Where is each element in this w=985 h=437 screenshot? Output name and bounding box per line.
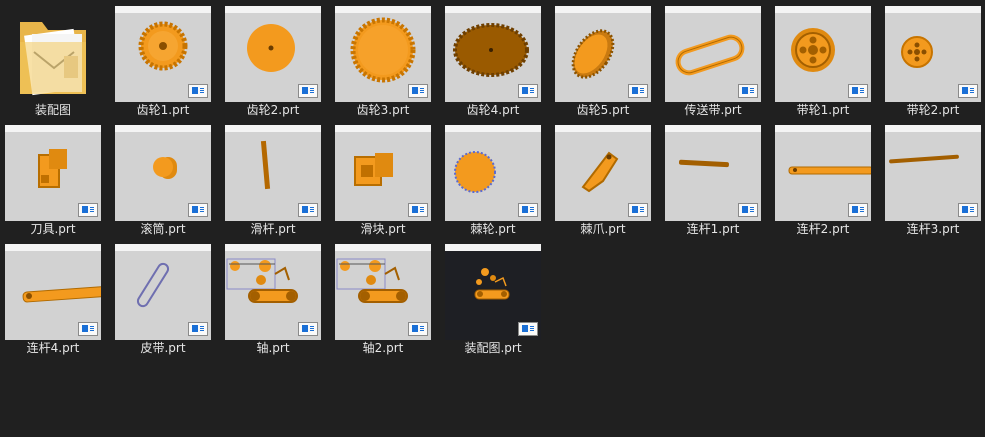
- file-label: 滑杆.prt: [250, 222, 296, 236]
- part-file-icon: [518, 203, 538, 217]
- folder-item[interactable]: 装配图: [0, 0, 110, 118]
- part-file-icon: [738, 84, 758, 98]
- file-item[interactable]: 滑杆.prt: [220, 119, 330, 237]
- part-file-icon: [188, 203, 208, 217]
- file-label: 棘爪.prt: [580, 222, 626, 236]
- part-file-icon: [78, 322, 98, 336]
- file-item[interactable]: 齿轮4.prt: [440, 0, 550, 118]
- thumbnail: [115, 125, 211, 221]
- file-item[interactable]: 轴2.prt: [330, 238, 440, 356]
- thumbnail: [445, 244, 541, 340]
- file-label: 连杆2.prt: [796, 222, 850, 236]
- part-file-icon: [78, 203, 98, 217]
- file-label: 齿轮5.prt: [576, 103, 630, 117]
- thumbnail: [665, 125, 761, 221]
- file-item[interactable]: 棘爪.prt: [550, 119, 660, 237]
- file-item[interactable]: 连杆2.prt: [770, 119, 880, 237]
- thumbnail: [335, 125, 431, 221]
- part-file-icon: [298, 84, 318, 98]
- file-item[interactable]: 齿轮5.prt: [550, 0, 660, 118]
- file-item[interactable]: 连杆1.prt: [660, 119, 770, 237]
- thumbnail: [5, 125, 101, 221]
- thumbnail: [225, 6, 321, 102]
- part-file-icon: [518, 84, 538, 98]
- thumbnail: [335, 6, 431, 102]
- file-label: 带轮2.prt: [906, 103, 960, 117]
- file-label: 刀具.prt: [30, 222, 76, 236]
- thumbnail: [885, 125, 981, 221]
- file-item[interactable]: 带轮2.prt: [880, 0, 985, 118]
- file-label: 连杆1.prt: [686, 222, 740, 236]
- thumbnail: [555, 125, 651, 221]
- part-file-icon: [628, 84, 648, 98]
- part-file-icon: [408, 322, 428, 336]
- file-label: 装配图: [34, 103, 71, 117]
- thumbnail: [665, 6, 761, 102]
- part-file-icon: [408, 203, 428, 217]
- file-item[interactable]: 齿轮3.prt: [330, 0, 440, 118]
- thumbnail: [335, 244, 431, 340]
- file-item[interactable]: 装配图.prt: [440, 238, 550, 356]
- file-item[interactable]: 棘轮.prt: [440, 119, 550, 237]
- file-label: 连杆4.prt: [26, 341, 80, 355]
- part-file-icon: [738, 203, 758, 217]
- part-file-icon: [958, 84, 978, 98]
- file-label: 带轮1.prt: [796, 103, 850, 117]
- thumbnail: [225, 125, 321, 221]
- file-item[interactable]: 传送带.prt: [660, 0, 770, 118]
- file-item[interactable]: 滚筒.prt: [110, 119, 220, 237]
- file-item[interactable]: 连杆4.prt: [0, 238, 110, 356]
- file-label: 传送带.prt: [684, 103, 742, 117]
- part-file-icon: [848, 84, 868, 98]
- part-file-icon: [408, 84, 428, 98]
- file-item[interactable]: 齿轮2.prt: [220, 0, 330, 118]
- file-label: 皮带.prt: [140, 341, 186, 355]
- file-item[interactable]: 滑块.prt: [330, 119, 440, 237]
- part-file-icon: [518, 322, 538, 336]
- thumbnail: [555, 6, 651, 102]
- file-label: 齿轮2.prt: [246, 103, 300, 117]
- thumbnail: [885, 6, 981, 102]
- file-item[interactable]: 连杆3.prt: [880, 119, 985, 237]
- part-file-icon: [298, 322, 318, 336]
- part-file-icon: [188, 322, 208, 336]
- thumbnail: [225, 244, 321, 340]
- file-label: 连杆3.prt: [906, 222, 960, 236]
- file-label: 装配图.prt: [464, 341, 522, 355]
- file-label: 齿轮1.prt: [136, 103, 190, 117]
- file-item[interactable]: 刀具.prt: [0, 119, 110, 237]
- file-label: 齿轮3.prt: [356, 103, 410, 117]
- thumbnail: [775, 125, 871, 221]
- part-file-icon: [848, 203, 868, 217]
- file-label: 轴.prt: [256, 341, 290, 355]
- file-label: 滚筒.prt: [140, 222, 186, 236]
- part-file-icon: [958, 203, 978, 217]
- thumbnail: [445, 6, 541, 102]
- file-item[interactable]: 齿轮1.prt: [110, 0, 220, 118]
- file-label: 齿轮4.prt: [466, 103, 520, 117]
- thumbnail: [115, 244, 211, 340]
- file-item[interactable]: 皮带.prt: [110, 238, 220, 356]
- thumbnail: [445, 125, 541, 221]
- thumbnail: [775, 6, 871, 102]
- part-file-icon: [628, 203, 648, 217]
- thumbnail: [115, 6, 211, 102]
- file-label: 棘轮.prt: [470, 222, 516, 236]
- part-file-icon: [298, 203, 318, 217]
- file-grid: 装配图 齿轮1.prt 齿轮2.prt 齿轮3.prt 齿轮4.prt 齿轮5.…: [0, 0, 985, 437]
- file-item[interactable]: 轴.prt: [220, 238, 330, 356]
- folder-icon: [20, 22, 86, 96]
- file-item[interactable]: 带轮1.prt: [770, 0, 880, 118]
- file-label: 轴2.prt: [362, 341, 404, 355]
- part-file-icon: [188, 84, 208, 98]
- thumbnail: [5, 244, 101, 340]
- file-label: 滑块.prt: [360, 222, 406, 236]
